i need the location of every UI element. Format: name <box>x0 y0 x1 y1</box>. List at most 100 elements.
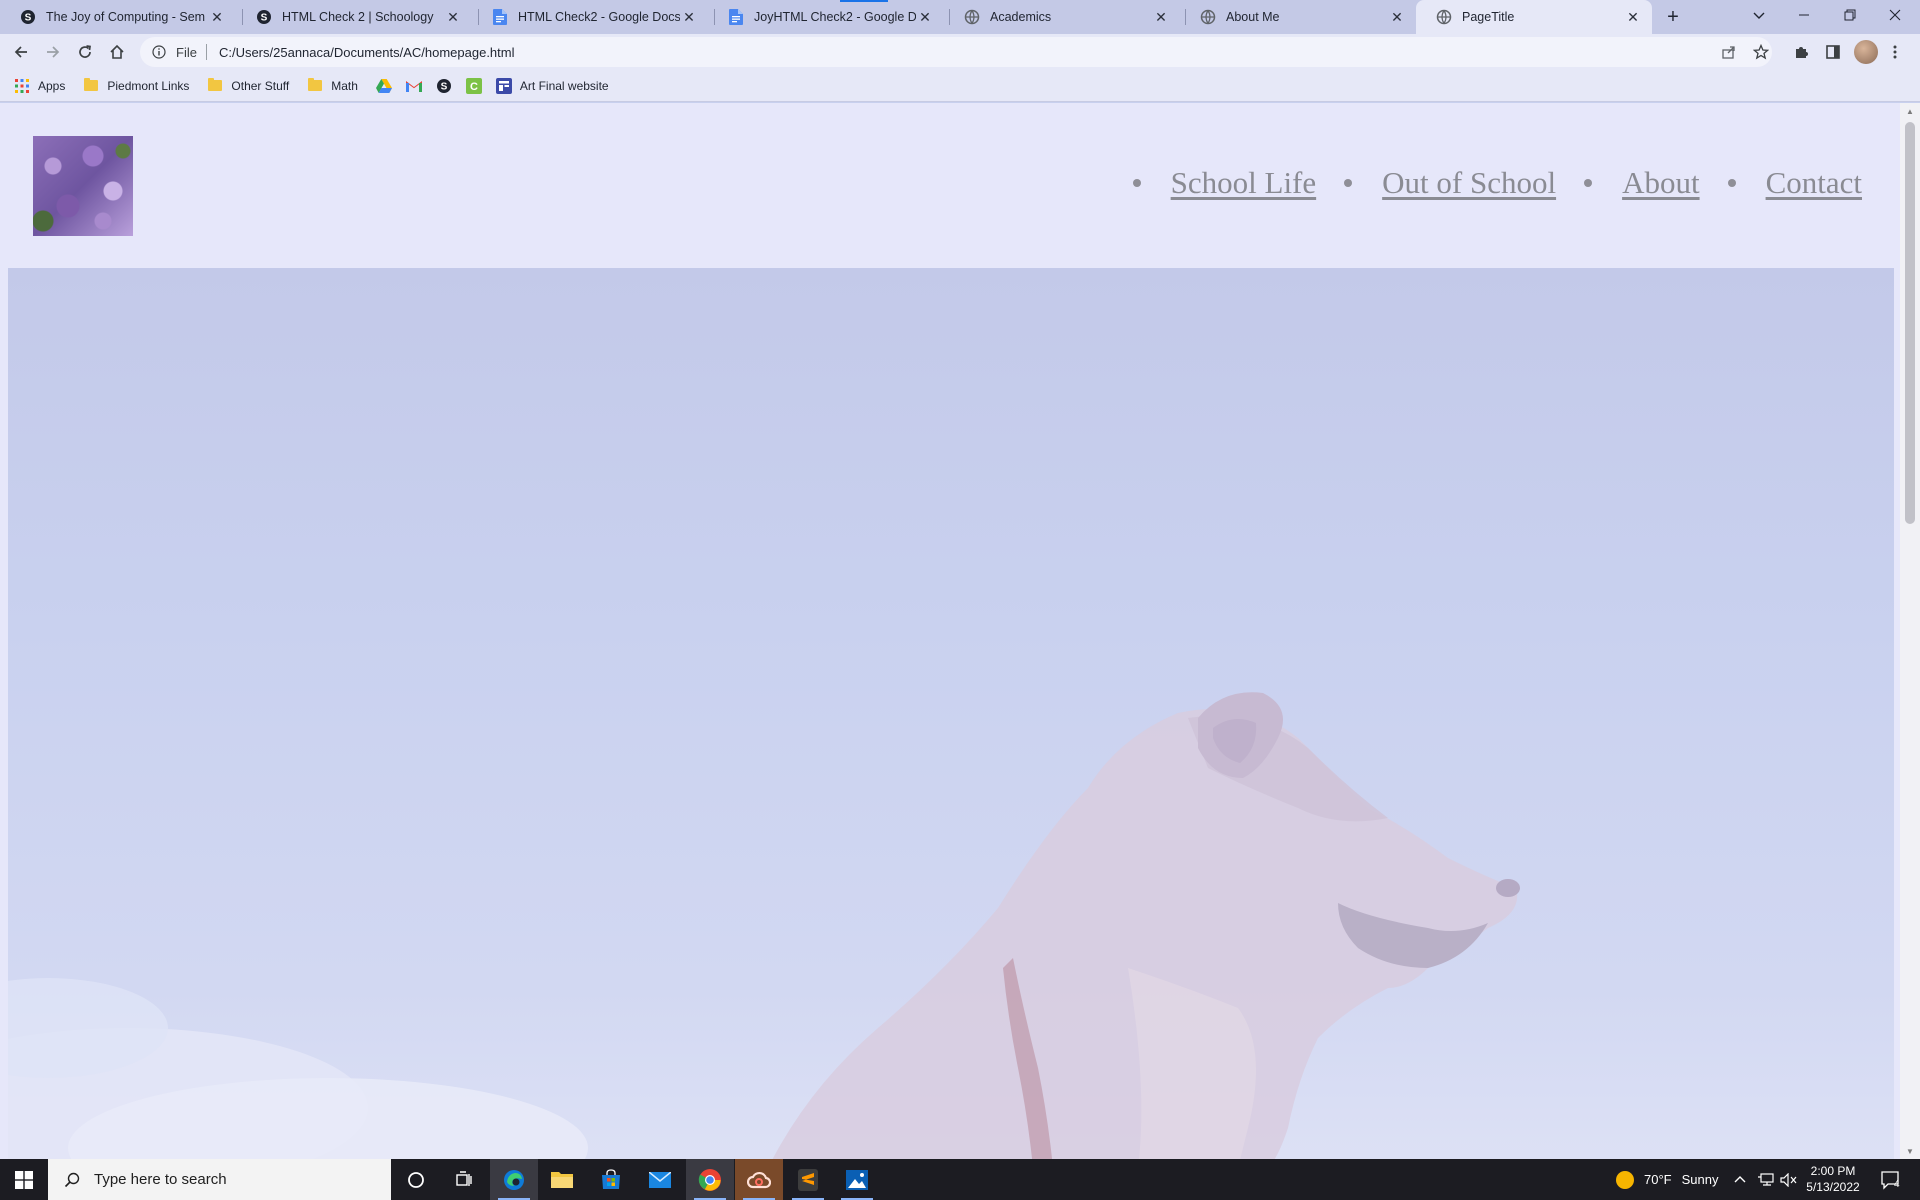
bookmark-label: Apps <box>38 78 66 93</box>
start-button[interactable] <box>0 1159 48 1200</box>
sublime-text-app[interactable] <box>784 1159 832 1200</box>
close-window-button[interactable] <box>1872 0 1918 30</box>
volume-button[interactable] <box>1780 1159 1798 1200</box>
bookmark-star-icon[interactable] <box>1752 43 1770 61</box>
bookmark-gmail[interactable] <box>405 78 422 94</box>
cortana-button[interactable] <box>392 1159 440 1200</box>
nav-item: About <box>1584 165 1700 201</box>
address-bar[interactable]: File C:/Users/25annaca/Documents/AC/home… <box>140 37 1772 67</box>
browser-menu-button[interactable] <box>1881 38 1909 66</box>
bookmark-art-final-website[interactable]: Art Final website <box>495 77 609 94</box>
close-icon[interactable]: ✕ <box>1388 8 1406 26</box>
close-icon[interactable]: ✕ <box>916 8 934 26</box>
tab-search-chevron-icon[interactable] <box>1736 0 1782 30</box>
schoology-icon: S <box>256 9 272 25</box>
side-panel-icon <box>1826 45 1840 59</box>
folder-icon <box>207 78 223 94</box>
vertical-scrollbar[interactable]: ▲ ▼ <box>1900 103 1920 1159</box>
creative-cloud-app[interactable] <box>735 1159 783 1200</box>
dog-photo <box>8 692 1520 1159</box>
nav-link-contact[interactable]: Contact <box>1766 165 1862 201</box>
info-icon[interactable] <box>150 43 168 61</box>
classroom-icon: C <box>465 77 482 94</box>
svg-text:C: C <box>470 81 478 93</box>
puzzle-icon <box>1796 47 1808 58</box>
nav-link-out-of-school[interactable]: Out of School <box>1382 165 1556 201</box>
edge-app[interactable] <box>490 1159 538 1200</box>
svg-text:S: S <box>261 13 268 24</box>
scroll-down-arrow-icon[interactable]: ▼ <box>1905 1146 1915 1156</box>
svg-text:S: S <box>441 81 448 92</box>
search-placeholder: Type here to search <box>94 1171 227 1188</box>
tray-overflow-button[interactable] <box>1734 1159 1746 1200</box>
nav-link-school-life[interactable]: School Life <box>1171 165 1317 201</box>
globe-icon <box>1436 9 1452 25</box>
sun-icon <box>1616 1170 1634 1189</box>
forward-button[interactable] <box>39 38 67 66</box>
bookmark-label: Math <box>331 78 358 93</box>
bookmark-other-stuff[interactable]: Other Stuff <box>207 78 289 94</box>
tab-title: JoyHTML Check2 - Google Docs <box>754 10 916 24</box>
address-divider <box>205 44 207 60</box>
task-view-button[interactable] <box>440 1159 488 1200</box>
forward-arrow-icon <box>47 46 60 58</box>
tab-about-me[interactable]: About Me ✕ <box>1180 0 1416 34</box>
svg-text:S: S <box>25 13 32 24</box>
microsoft-store-app[interactable] <box>587 1159 635 1200</box>
schoology-icon: S <box>436 78 452 94</box>
mail-app[interactable] <box>636 1159 684 1200</box>
chrome-app[interactable] <box>686 1159 734 1200</box>
volume-muted-icon <box>1780 1172 1797 1187</box>
search-icon <box>62 1170 82 1190</box>
google-sites-icon <box>495 77 512 94</box>
scroll-thumb[interactable] <box>1905 122 1915 524</box>
photos-app[interactable] <box>833 1159 881 1200</box>
bookmark-label: Piedmont Links <box>107 78 190 93</box>
new-tab-button[interactable]: + <box>1660 5 1686 29</box>
store-icon <box>602 1168 620 1189</box>
address-scheme: File <box>176 44 197 60</box>
tab-joyhtml-check2-docs[interactable]: JoyHTML Check2 - Google Docs ✕ <box>708 0 944 34</box>
tab-html-check-schoology[interactable]: S HTML Check 2 | Schoology ✕ <box>236 0 472 34</box>
taskbar-search[interactable]: Type here to search <box>48 1159 391 1200</box>
tab-pagetitle[interactable]: PageTitle ✕ <box>1416 0 1652 34</box>
notifications-button[interactable]: 4 <box>1880 1159 1900 1200</box>
tab-academics[interactable]: Academics ✕ <box>944 0 1180 34</box>
bookmark-apps[interactable]: Apps <box>14 78 65 94</box>
edge-icon <box>504 1169 524 1190</box>
task-view-icon <box>456 1170 472 1186</box>
scroll-up-arrow-icon[interactable]: ▲ <box>1905 106 1915 116</box>
bookmark-piedmont-links[interactable]: Piedmont Links <box>83 78 189 94</box>
tab-strip: S The Joy of Computing - Sem 2: F ✕ S HT… <box>0 0 1920 34</box>
nav-item: Out of School <box>1344 165 1556 201</box>
reload-button[interactable] <box>71 38 99 66</box>
tab-joy-of-computing[interactable]: S The Joy of Computing - Sem 2: F ✕ <box>0 0 236 34</box>
network-button[interactable] <box>1757 1159 1775 1200</box>
notification-count: 4 <box>1894 1179 1900 1190</box>
restore-button[interactable] <box>1827 0 1873 30</box>
close-icon[interactable]: ✕ <box>680 8 698 26</box>
profile-avatar[interactable] <box>1854 40 1878 64</box>
home-icon <box>110 44 124 59</box>
weather-widget[interactable]: 70°F Sunny <box>1616 1159 1718 1200</box>
close-icon[interactable]: ✕ <box>444 8 462 26</box>
share-icon[interactable] <box>1720 43 1738 61</box>
address-url[interactable]: C:/Users/25annaca/Documents/AC/homepage.… <box>219 45 515 60</box>
home-button[interactable] <box>103 38 131 66</box>
bookmark-math[interactable]: Math <box>307 78 358 94</box>
bookmark-schoology[interactable]: S <box>436 78 452 94</box>
close-icon[interactable]: ✕ <box>208 8 226 26</box>
close-icon[interactable]: ✕ <box>1624 8 1642 26</box>
close-icon[interactable]: ✕ <box>1152 8 1170 26</box>
bookmark-google-drive[interactable] <box>375 78 392 94</box>
minimize-button[interactable] <box>1781 0 1827 30</box>
extensions-button[interactable] <box>1787 38 1815 66</box>
side-panel-button[interactable] <box>1819 38 1847 66</box>
nav-link-about[interactable]: About <box>1622 165 1700 201</box>
clock-time: 2:00 PM <box>1810 1164 1856 1178</box>
bookmark-classroom[interactable]: C <box>465 77 482 94</box>
file-explorer-app[interactable] <box>538 1159 586 1200</box>
tab-html-check2-docs[interactable]: HTML Check2 - Google Docs ✕ <box>472 0 708 34</box>
back-button[interactable] <box>7 38 35 66</box>
taskbar-clock[interactable]: 2:00 PM 5/13/2022 <box>1800 1163 1866 1195</box>
